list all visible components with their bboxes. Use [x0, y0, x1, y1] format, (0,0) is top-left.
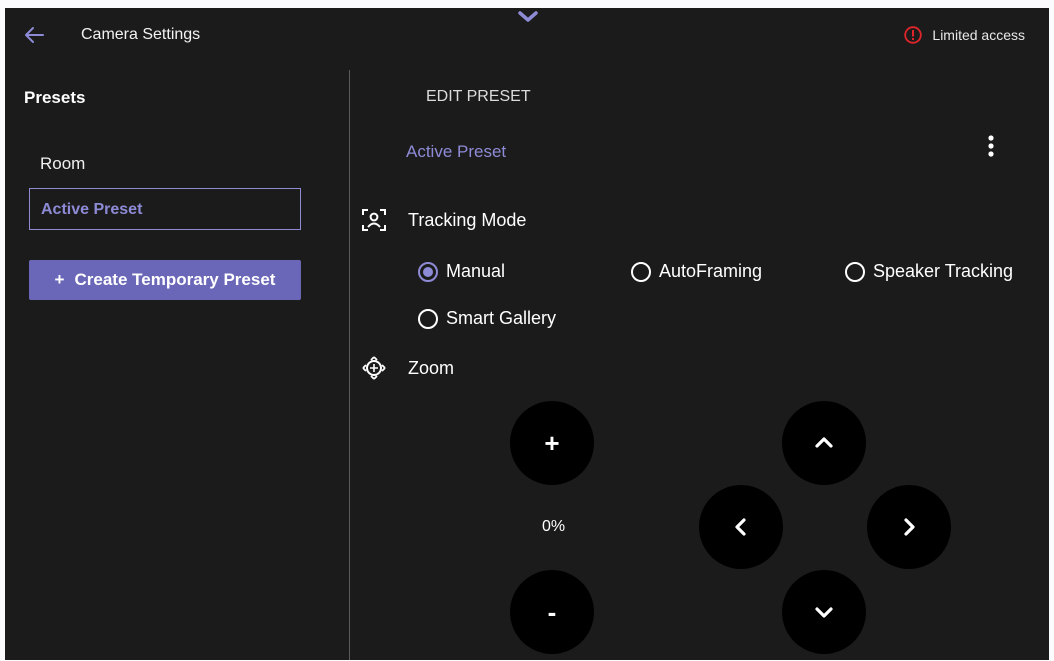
zoom-section: Zoom	[360, 354, 454, 382]
zoom-in-button[interactable]: +	[510, 401, 594, 485]
pan-right-button[interactable]	[867, 485, 951, 569]
plus-icon: +	[544, 427, 560, 458]
create-temporary-preset-button[interactable]: + Create Temporary Preset	[29, 260, 301, 300]
chevron-down-icon[interactable]	[518, 10, 538, 24]
radio-label: Smart Gallery	[446, 308, 557, 328]
limited-access-indicator: Limited access	[904, 26, 1025, 44]
radio-indicator	[418, 261, 438, 282]
tilt-up-button[interactable]	[782, 401, 866, 485]
radio-label: AutoFraming	[659, 261, 763, 281]
zoom-out-button[interactable]: -	[510, 570, 594, 654]
preset-item-room[interactable]: Room	[40, 154, 85, 174]
zoom-label: Zoom	[408, 357, 455, 378]
pan-left-button[interactable]	[699, 485, 783, 569]
radio-indicator	[418, 308, 438, 329]
radio-indicator	[845, 261, 865, 282]
alert-circle-icon	[904, 26, 923, 44]
page-title: Camera Settings	[81, 26, 201, 43]
minus-icon: -	[547, 596, 557, 627]
pan-tilt-icon	[362, 356, 386, 380]
limited-access-text: Limited access	[932, 27, 1025, 43]
tilt-down-button[interactable]	[782, 570, 866, 654]
face-tracking-icon	[362, 209, 386, 231]
radio-autoframing[interactable]: AutoFraming	[631, 261, 762, 282]
radio-label: Manual	[446, 261, 506, 281]
radio-manual[interactable]: Manual	[418, 261, 505, 282]
edit-preset-heading: EDIT PRESET	[426, 88, 531, 105]
zoom-value: 0%	[542, 518, 566, 535]
chevron-down-icon	[815, 607, 833, 618]
create-button-label: Create Temporary Preset	[74, 270, 276, 289]
radio-label: Speaker Tracking	[873, 261, 1014, 281]
arrow-left-icon[interactable]	[21, 22, 47, 48]
tracking-mode-label: Tracking Mode	[408, 209, 527, 230]
chevron-up-icon	[815, 437, 833, 448]
panel-divider	[349, 70, 350, 660]
camera-settings-screen: Camera Settings Limited access Presets R…	[5, 8, 1049, 660]
preset-item-label: Active Preset	[41, 201, 143, 218]
top-bar: Camera Settings Limited access	[5, 8, 1049, 62]
preset-item-active[interactable]: Active Preset	[29, 188, 301, 230]
radio-smart-gallery[interactable]: Smart Gallery	[418, 308, 556, 329]
plus-icon: +	[54, 270, 65, 289]
presets-heading: Presets	[24, 88, 86, 107]
active-preset-name: Active Preset	[406, 142, 507, 161]
chevron-left-icon	[735, 518, 746, 536]
radio-indicator	[631, 261, 651, 282]
chevron-right-icon	[904, 518, 915, 536]
tracking-mode-section: Tracking Mode	[360, 206, 526, 234]
radio-speaker-tracking[interactable]: Speaker Tracking	[845, 261, 1013, 282]
more-vertical-icon[interactable]	[981, 133, 1001, 163]
